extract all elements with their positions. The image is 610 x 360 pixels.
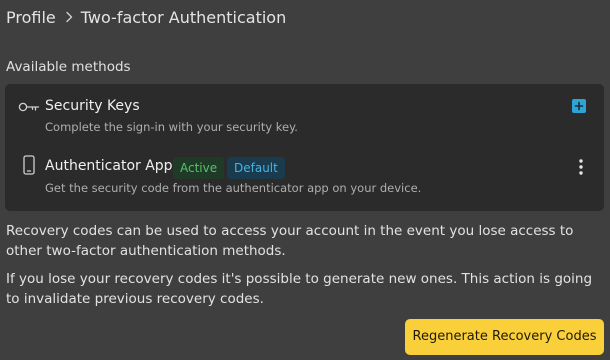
smartphone-icon <box>23 155 35 175</box>
regenerate-recovery-codes-button[interactable]: Regenerate Recovery Codes <box>405 319 604 355</box>
plus-icon <box>574 101 584 111</box>
kebab-menu-icon <box>579 159 583 175</box>
breadcrumb: Profile Two-factor Authentication <box>6 6 286 28</box>
methods-card: Security Keys Complete the sign-in with … <box>5 84 604 211</box>
recovery-warning-text: If you lose your recovery codes it's pos… <box>6 271 593 307</box>
active-badge: Active <box>173 157 225 179</box>
method-name-authenticator-app: Authenticator App <box>45 158 173 174</box>
recovery-info-text: Recovery codes can be used to access you… <box>6 223 574 259</box>
breadcrumb-current: Two-factor Authentication <box>80 7 287 27</box>
add-security-key-button[interactable] <box>572 99 586 113</box>
method-description-authenticator-app: Get the security code from the authentic… <box>45 181 422 195</box>
chevron-right-icon <box>66 11 72 23</box>
breadcrumb-profile-link[interactable]: Profile <box>6 8 56 27</box>
method-name-security-keys: Security Keys <box>45 98 140 114</box>
method-description-security-keys: Complete the sign-in with your security … <box>45 120 298 134</box>
key-icon <box>18 102 40 112</box>
authenticator-options-button[interactable] <box>576 158 586 176</box>
default-badge: Default <box>227 157 285 179</box>
section-title: Available methods <box>6 59 131 75</box>
